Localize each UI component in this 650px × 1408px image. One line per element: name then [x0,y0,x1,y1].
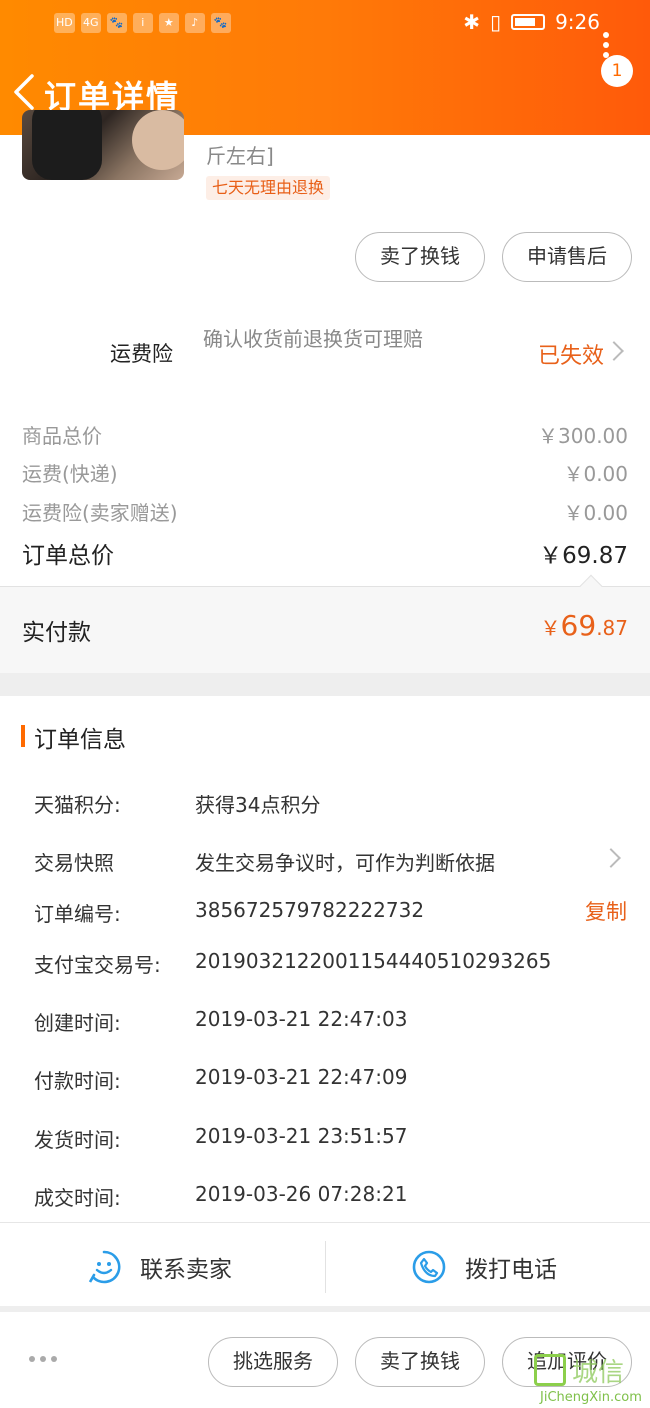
status-bar: HD 4G 🐾 i ★ ♪ 🐾 ✱ ▯ 9:26 [0,0,650,50]
info-key-points: 天猫积分: [34,793,121,817]
order-info-title: 订单信息 [34,727,126,753]
info-key-paid-time: 付款时间: [34,1069,121,1093]
contact-seller-button[interactable]: 联系卖家 [86,1223,232,1311]
chevron-right-icon [604,341,624,361]
chevron-right-icon [601,848,621,868]
choose-service-button[interactable]: 挑选服务 [208,1337,338,1387]
status-icons-right: ✱ ▯ 9:26 [463,10,600,34]
phone-icon [412,1250,446,1284]
watermark-text: 城信 [572,1358,625,1388]
status-icons-left: HD 4G 🐾 i ★ ♪ 🐾 [54,13,231,33]
price-row-goods-total: 商品总价 ￥300.00 [22,420,628,450]
payment-decimal: .87 [596,616,628,640]
site-watermark: 城信 JiChengXin.com [530,1350,650,1408]
currency-symbol: ￥ [540,616,561,640]
bluetooth-icon: ✱ [463,10,481,34]
info-value-alipay-number: 2019032122001154440510293265 [195,949,552,973]
info-key-created-time: 创建时间: [34,1011,121,1035]
chat-smile-icon [88,1250,121,1284]
actual-payment-label: 实付款 [22,620,91,646]
insurance-status: 已失效 [538,344,605,369]
price-value: ￥0.00 [563,501,628,525]
contact-seller-label: 联系卖家 [140,1257,232,1283]
info-value-points: 获得34点积分 [195,793,321,817]
price-row-shipping: 运费(快递) ￥0.00 [22,458,628,488]
order-total-label: 订单总价 [22,543,114,569]
info-value-shipped-time: 2019-03-21 23:51:57 [195,1124,408,1148]
actual-payment-box: 实付款 ￥69.87 [0,574,650,673]
product-description[interactable]: 斤左右] [206,140,274,169]
info-key-alipay-number: 支付宝交易号: [34,953,161,977]
sell-for-cash-button[interactable]: 卖了换钱 [355,232,485,282]
more-options-icon[interactable] [29,1356,57,1362]
info-value-paid-time: 2019-03-21 22:47:09 [195,1065,408,1089]
sell-for-cash-bottom-button[interactable]: 卖了换钱 [355,1337,485,1387]
info-key-snapshot: 交易快照 [34,851,114,875]
hd-icon: HD [54,13,75,33]
price-label: 运费(快递) [22,462,118,486]
contact-bar: 联系卖家 拨打电话 [0,1222,650,1312]
star-app-icon: ★ [158,13,179,33]
contact-divider [325,1241,326,1293]
call-phone-button[interactable]: 拨打电话 [411,1223,557,1311]
copy-order-number-button[interactable]: 复制 [585,896,627,926]
tiktok-app-icon: ♪ [184,13,205,33]
product-image[interactable] [22,110,184,180]
info-value-completed-time: 2019-03-26 07:28:21 [195,1182,408,1206]
return-policy-tag: 七天无理由退换 [206,176,331,200]
info-key-completed-time: 成交时间: [34,1186,121,1210]
price-row-order-total: 订单总价 ￥69.87 [22,536,628,569]
price-row-insurance: 运费险(卖家赠送) ￥0.00 [22,497,628,527]
section-accent-bar [21,725,25,747]
insurance-label: 运费险 [110,342,173,366]
info-app-icon: i [132,13,153,33]
watermark-url: JiChengXin.com [540,1390,642,1405]
battery-icon [511,14,546,30]
vibrate-icon: ▯ [490,10,502,34]
back-arrow-icon[interactable] [10,72,40,112]
insurance-description: 确认收货前退换货可理赔 [203,327,423,351]
info-value-snapshot: 发生交易争议时，可作为判断依据 [195,851,495,875]
info-value-created-time: 2019-03-21 22:47:03 [195,1007,408,1031]
price-value: ￥300.00 [538,424,628,448]
paw-app-icon: 🐾 [106,13,127,33]
watermark-logo-icon [534,1354,566,1386]
clock: 9:26 [555,10,600,34]
price-label: 运费险(卖家赠送) [22,501,178,525]
order-total-value: ￥69.87 [539,543,628,569]
info-value-order-number: 385672579782222732 [195,898,425,922]
notch-arrow [579,574,603,598]
price-value: ￥0.00 [563,462,628,486]
notification-badge: 1 [601,55,633,87]
info-key-order-number: 订单编号: [34,902,121,926]
payment-integer: 69 [560,609,597,642]
actual-payment-value: ￥69.87 [541,609,628,642]
apply-after-sale-button[interactable]: 申请售后 [502,232,632,282]
baidu-app-icon: 🐾 [210,13,231,33]
section-divider [0,673,650,696]
network-4g-icon: 4G [80,13,101,33]
price-label: 商品总价 [22,424,102,448]
info-key-shipped-time: 发货时间: [34,1128,121,1152]
call-phone-label: 拨打电话 [465,1257,557,1283]
